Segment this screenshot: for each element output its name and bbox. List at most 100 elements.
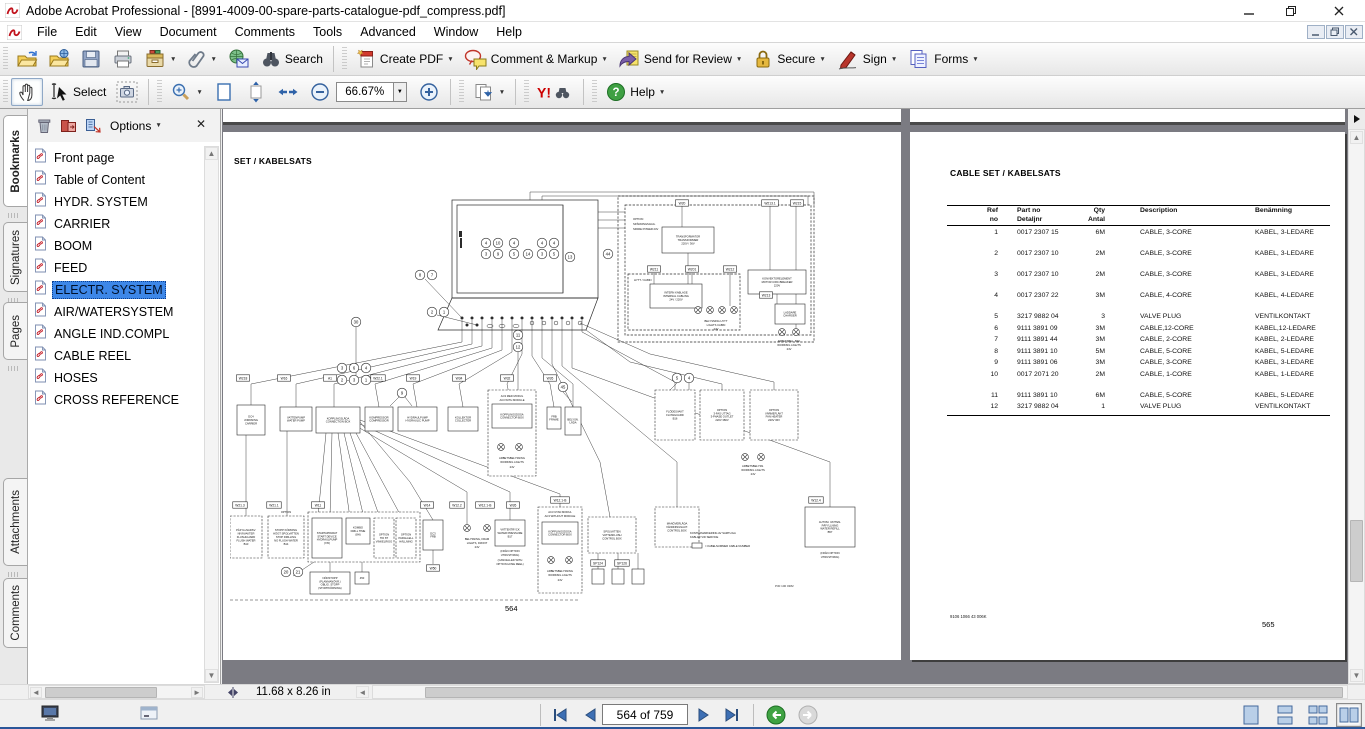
bookmark-electr-system[interactable]: ELECTR. SYSTEM [34, 279, 202, 301]
bookmark-hoses[interactable]: HOSES [34, 367, 202, 389]
comment-markup-button[interactable]: Comment & Markup▼ [459, 45, 613, 73]
delete-bookmark-icon[interactable] [36, 117, 52, 134]
email-button[interactable] [222, 45, 255, 73]
organizer-button[interactable]: ▼ [139, 45, 181, 73]
menu-advanced[interactable]: Advanced [351, 23, 425, 41]
menu-view[interactable]: View [106, 23, 151, 41]
tab-signatures[interactable]: Signatures [3, 222, 27, 292]
doc-minimize-button[interactable] [1307, 25, 1325, 39]
tab-bookmarks[interactable]: Bookmarks [3, 115, 27, 207]
toolbar-grip[interactable] [3, 80, 8, 104]
doc-close-button[interactable] [1345, 25, 1363, 39]
bookmarks-scrollbar[interactable]: ▲ ▼ [204, 146, 219, 683]
toolbar-grip[interactable] [3, 47, 8, 71]
panel-horizontal-scrollbar[interactable]: ◄ ► [28, 685, 205, 699]
monitor-icon[interactable] [40, 704, 60, 729]
continuous-facing-layout-button[interactable] [1305, 703, 1331, 727]
attach-button[interactable]: ▼ [181, 45, 221, 73]
scroll-down-icon[interactable]: ▼ [1350, 669, 1363, 682]
tab-attachments[interactable]: Attachments [3, 478, 27, 566]
fit-width-button[interactable] [272, 78, 304, 106]
pdf-page-564[interactable]: SET / KABELSATS DC4JORDNINGCARRIERVATTEN… [223, 132, 901, 660]
bookmark-cable-reel[interactable]: CABLE REEL [34, 345, 202, 367]
scroll-left-icon[interactable]: ◄ [30, 687, 42, 698]
toolbar-grip[interactable] [342, 47, 347, 71]
fit-height-button[interactable] [240, 78, 272, 106]
doc-hscroll-thumb[interactable] [425, 687, 1343, 698]
help-button[interactable]: ?Help▼ [600, 78, 670, 106]
zoom-in-button[interactable] [413, 78, 445, 106]
bookmark-cross-reference[interactable]: CROSS REFERENCE [34, 389, 202, 411]
create-pdf-button[interactable]: Create PDF▼ [350, 45, 459, 73]
vertical-scrollbar[interactable]: ▲ ▼ [1348, 129, 1365, 684]
panel-close-icon[interactable]: ✕ [196, 117, 206, 131]
bookmark-air-watersystem[interactable]: AIR/WATERSYSTEM [34, 301, 202, 323]
first-page-button[interactable] [548, 704, 572, 725]
toolbar-grip[interactable] [157, 80, 162, 104]
send-review-button[interactable]: Send for Review▼ [613, 45, 747, 73]
facing-layout-button[interactable] [1336, 703, 1362, 727]
menu-edit[interactable]: Edit [66, 23, 106, 41]
menu-help[interactable]: Help [487, 23, 531, 41]
page-indicator-field[interactable]: 564 of 759 [602, 704, 688, 725]
document-horizontal-scrollbar[interactable] [372, 685, 1348, 699]
vscroll-thumb[interactable] [1350, 520, 1363, 582]
expand-bookmark-icon[interactable] [60, 118, 77, 134]
bookmark-table-of-content[interactable]: Table of Content [34, 169, 202, 191]
bookmark-front-page[interactable]: Front page [34, 147, 202, 169]
menu-comments[interactable]: Comments [226, 23, 304, 41]
toolbar-grip[interactable] [459, 80, 464, 104]
hand-tool-button[interactable] [11, 78, 43, 106]
next-page-button[interactable] [692, 704, 716, 725]
continuous-layout-button[interactable] [1272, 703, 1298, 727]
close-button[interactable] [1324, 2, 1354, 20]
menu-tools[interactable]: Tools [304, 23, 351, 41]
open-web-button[interactable] [43, 45, 75, 73]
bookmark-hydr-system[interactable]: HYDR. SYSTEM [34, 191, 202, 213]
bookmark-feed[interactable]: FEED [34, 257, 202, 279]
scroll-left-icon[interactable]: ◄ [356, 686, 369, 698]
yahoo-search-button[interactable]: Y! [532, 78, 578, 106]
new-bookmark-icon[interactable] [85, 118, 102, 134]
sign-button[interactable]: Sign▼ [831, 45, 902, 73]
menu-file[interactable]: File [28, 23, 66, 41]
menu-window[interactable]: Window [425, 23, 487, 41]
toolbar-grip[interactable] [592, 80, 597, 104]
select-tool-button[interactable]: Select [43, 78, 111, 106]
previous-page-button[interactable] [578, 704, 602, 725]
pdf-page-565[interactable]: CABLE SET / KABELSATS RefnoPart noDetalj… [910, 132, 1345, 660]
forms-button[interactable]: Forms▼ [902, 45, 983, 73]
scroll-up-icon[interactable]: ▲ [1350, 131, 1363, 144]
zoom-out-button[interactable] [304, 78, 336, 106]
last-page-button[interactable] [720, 704, 744, 725]
snapshot-tool-button[interactable] [111, 78, 143, 106]
save-button[interactable] [75, 45, 107, 73]
secure-button[interactable]: Secure▼ [747, 45, 830, 73]
minimize-button[interactable] [1234, 2, 1264, 20]
bookmark-boom[interactable]: BOOM [34, 235, 202, 257]
tab-comments[interactable]: Comments [3, 578, 27, 648]
scroll-down-icon[interactable]: ▼ [205, 669, 218, 682]
single-page-layout-button[interactable] [1238, 703, 1264, 727]
fit-page-button[interactable] [208, 78, 240, 106]
toolbar-overflow-arrow[interactable] [1348, 109, 1365, 129]
page-setup-button[interactable]: ▼ [467, 78, 510, 106]
zoom-tool-button[interactable]: ▼ [165, 78, 207, 106]
print-button[interactable] [107, 45, 139, 73]
bookmark-angle-ind-compl[interactable]: ANGLE IND.COMPL [34, 323, 202, 345]
zoom-level-field[interactable]: 66.67% [336, 82, 394, 102]
scroll-right-icon[interactable]: ► [191, 687, 203, 698]
doc-restore-button[interactable] [1326, 25, 1344, 39]
scroll-up-icon[interactable]: ▲ [205, 147, 218, 160]
next-view-button[interactable] [796, 704, 820, 725]
open-button[interactable] [11, 45, 43, 73]
window-minimized-icon[interactable] [140, 706, 159, 726]
previous-view-button[interactable] [764, 704, 788, 725]
toolbar-grip[interactable] [524, 80, 529, 104]
restore-button[interactable] [1276, 2, 1306, 20]
search-button[interactable]: Search [255, 45, 328, 73]
tab-pages[interactable]: Pages [3, 302, 27, 360]
panel-hscroll-thumb[interactable] [45, 687, 157, 698]
zoom-level-dropdown[interactable]: ▼ [394, 82, 407, 102]
bookmark-carrier[interactable]: CARRIER [34, 213, 202, 235]
